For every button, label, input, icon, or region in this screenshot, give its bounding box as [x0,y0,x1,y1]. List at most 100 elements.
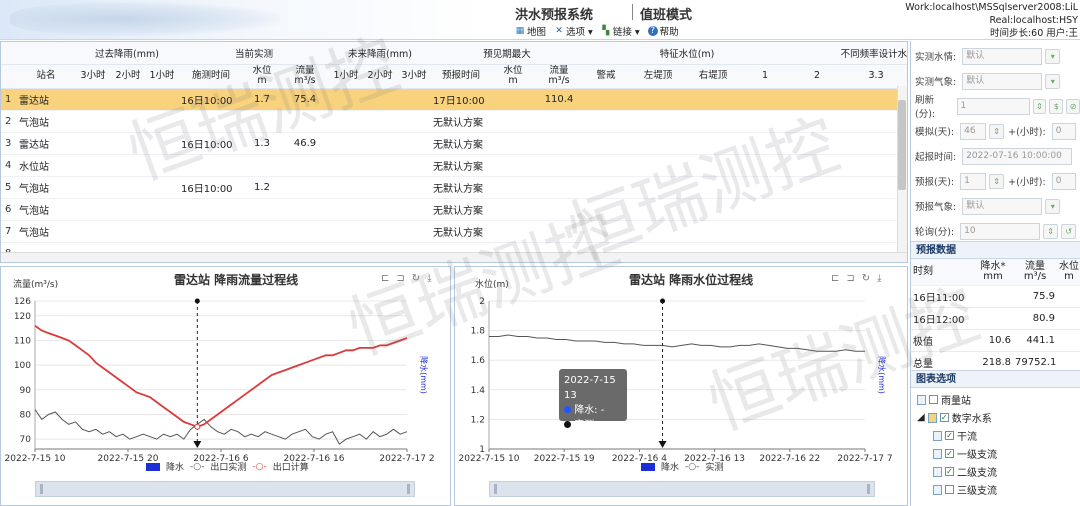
menu-map[interactable]: ▦ 地图 [515,24,546,38]
cell [397,176,432,199]
col-header[interactable]: 警戒 [583,64,630,89]
checkbox[interactable] [945,485,954,494]
slider-handle-left[interactable] [494,484,497,494]
zoom-icon[interactable]: ⊏ [381,273,389,284]
col-header[interactable]: 流量 m³/s [281,64,330,89]
form-input[interactable]: 1 [956,97,1030,115]
tree-item[interactable]: ✓ 二级支流 [933,464,997,479]
hours-input[interactable]: 0 [1051,172,1076,190]
download-icon[interactable]: ⤓ [877,273,881,284]
col-header[interactable]: 站名 [17,64,75,89]
flow-chart-zoom-slider[interactable] [35,481,415,497]
table-row[interactable]: 2 气泡站 无默认方案 [1,110,907,133]
col-header[interactable]: 流量 m³/s [535,64,584,89]
level-chart-plot[interactable]: 11.21.41.61.822022-7-15 10 2022-7-15 19 20… [455,289,908,489]
table-row[interactable]: 3 雷达站 16日10:00 1.3 46.9 无默认方案 [1,132,907,155]
slider-handle-right[interactable] [407,484,410,494]
measured-legend-swatch[interactable]: -○- [685,462,699,472]
tree-item[interactable]: ✓ 一级支流 [933,446,997,461]
col-header[interactable]: 2小时 [111,64,145,89]
table-row[interactable]: 5 气泡站 16日10:00 1.2 无默认方案 [1,176,907,199]
col-header[interactable]: 水位 m [491,64,536,89]
series-line[interactable] [489,334,865,352]
menu-links[interactable]: ▚ 链接 ▾ [601,24,639,38]
measured-legend-swatch[interactable]: -○- [190,462,204,472]
cell [629,88,688,111]
tree-item[interactable]: ◢ ✓ 数字水系 [917,410,992,425]
dropdown-icon[interactable]: ▾ [1045,198,1061,214]
checkbox[interactable]: ✓ [945,449,954,458]
form-input[interactable]: 2022-07-16 10:00:00 [962,147,1073,165]
hours-input[interactable]: 0 [1051,122,1076,140]
menu-help[interactable]: ? 帮助 [647,24,679,38]
col-header[interactable]: 左堤顶 [629,64,688,89]
level-chart-zoom-slider[interactable] [489,481,875,497]
col-header[interactable]: 2小时 [363,64,398,89]
zoom-reset-icon[interactable]: ⊐ [396,273,404,284]
form-input[interactable]: 默认 [962,197,1043,215]
tree-item[interactable]: ✓ 干流 [933,428,977,443]
cell [791,220,844,243]
col-header[interactable]: 1小时 [145,64,179,89]
form-input[interactable]: 10 [960,222,1041,240]
dropdown-icon[interactable]: ▾ [1045,73,1061,89]
logo-background [10,2,280,36]
col-header[interactable]: 2 [791,64,844,89]
spinner-icon[interactable]: ⇕ [989,173,1005,189]
col-header[interactable]: 3小时 [397,64,432,89]
col-header[interactable]: 水位 m [243,64,281,89]
table-row[interactable]: 7 气泡站 无默认方案 [1,220,907,243]
refresh-icon[interactable]: ↻ [862,273,870,284]
row-number: 7 [1,220,17,243]
form-input[interactable]: 默认 [962,72,1043,90]
form-input[interactable]: 默认 [962,47,1043,65]
computed-legend-swatch[interactable]: -○- [252,462,266,472]
tree-item[interactable]: 雨量站 [917,392,971,407]
spinner-icon[interactable]: ⇕ [989,123,1005,139]
table-row[interactable]: 1 雷达站 16日10:00 1.7 75.4 17日10:00 110.4 [1,88,907,111]
stop-icon[interactable]: ⊘ [1066,98,1080,114]
refresh-icon[interactable]: $ [1049,98,1064,114]
table-scroll-thumb[interactable] [898,100,906,190]
cell [629,176,688,199]
flow-chart-plot[interactable]: 7080901001101201262022-7-15 10 2022-7-15 … [1,289,451,489]
tree-item[interactable]: 三级支流 [933,482,997,497]
zoom-reset-icon[interactable]: ⊐ [846,273,854,284]
table-row[interactable]: 4 水位站 无默认方案 [1,154,907,177]
undo-icon[interactable]: ↺ [1061,223,1077,239]
series-point[interactable] [194,423,201,430]
cell [363,132,398,155]
col-header[interactable]: 3小时 [75,64,111,89]
spinner-icon[interactable]: ⇕ [1032,98,1047,114]
col-header[interactable]: 1 [739,64,792,89]
form-input[interactable]: 46 [960,122,987,140]
refresh-icon[interactable]: ↻ [412,273,420,284]
slider-handle-left[interactable] [40,484,43,494]
col-header[interactable]: 施测时间 [179,64,243,89]
expand-icon[interactable]: ◢ [917,412,925,423]
checkbox[interactable] [929,395,938,404]
form-label: 刷新(分): [915,95,936,120]
table-row[interactable]: 6 气泡站 无默认方案 [1,198,907,221]
col-header[interactable]: 预报时间 [431,64,492,89]
zoom-icon[interactable]: ⊏ [831,273,839,284]
row-number: 5 [1,176,17,199]
download-icon[interactable]: ⤓ [427,273,431,284]
col-header[interactable]: 3.3 [843,64,907,89]
connection-info: Work:localhost\MSSqlserver2008:LiL Real:… [905,1,1078,40]
checkbox[interactable]: ✓ [945,431,954,440]
rain-legend-swatch[interactable] [641,462,655,471]
table-horizontal-scrollbar[interactable] [1,252,907,262]
menu-options[interactable]: ✕ 选项 ▾ [554,24,593,38]
checkbox[interactable]: ✓ [939,413,949,422]
col-header[interactable]: 右堤顶 [687,64,740,89]
spinner-icon[interactable]: ⇕ [1043,223,1059,239]
slider-handle-right[interactable] [867,484,870,494]
chart-options-title: 图表选项 [911,370,1080,388]
rain-legend-swatch[interactable] [146,462,160,471]
x-tick-label: 2022-7-15 19 [534,454,595,464]
col-header[interactable]: 1小时 [329,64,364,89]
checkbox[interactable]: ✓ [945,467,954,476]
dropdown-icon[interactable]: ▾ [1045,48,1061,64]
form-input[interactable]: 1 [960,172,987,190]
